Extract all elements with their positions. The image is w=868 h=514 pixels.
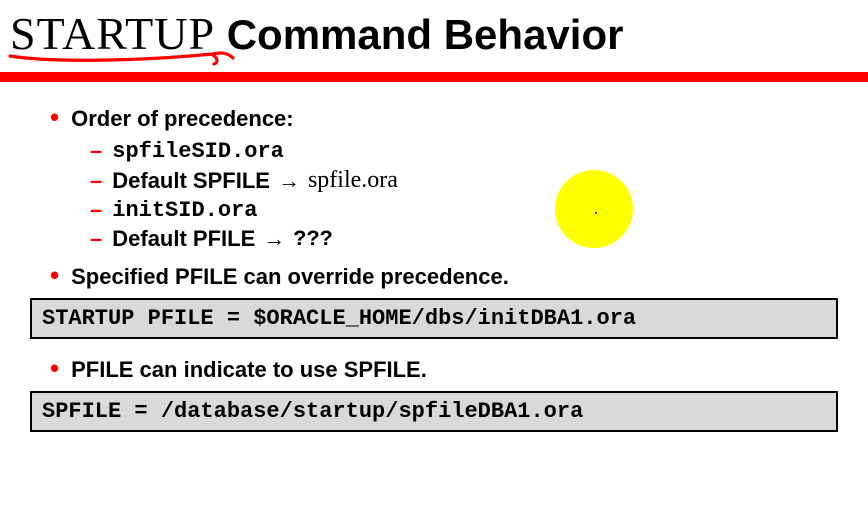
hand-underline bbox=[8, 48, 238, 68]
arrow-icon: → bbox=[263, 226, 285, 252]
override-text: Specified PFILE can override precedence. bbox=[71, 264, 509, 290]
slide-body-2: • PFILE can indicate to use SPFILE. bbox=[0, 349, 868, 383]
subbullet-2-note: spfile.ora bbox=[308, 167, 398, 194]
subbullet-3: – initSID.ora bbox=[90, 197, 838, 223]
indicate-text: PFILE can indicate to use SPFILE. bbox=[71, 357, 427, 383]
dash-icon: – bbox=[90, 226, 102, 252]
codebox2-text: SPFILE = /database/startup/spfileDBA1.or… bbox=[42, 399, 583, 424]
order-heading-text: Order of precedence: bbox=[71, 106, 294, 132]
codebox-startup-pfile: STARTUP PFILE = $ORACLE_HOME/dbs/initDBA… bbox=[30, 298, 838, 339]
subbullet-3-text: initSID.ora bbox=[112, 198, 257, 223]
dash-icon: – bbox=[90, 197, 102, 223]
slide-title: STARTUP Command Behavior bbox=[0, 0, 868, 58]
codebox-spfile: SPFILE = /database/startup/spfileDBA1.or… bbox=[30, 391, 838, 432]
subbullet-4-note: ??? bbox=[293, 227, 333, 252]
codebox1-text: STARTUP PFILE = $ORACLE_HOME/dbs/initDBA… bbox=[42, 306, 636, 331]
subbullet-4: – Default PFILE → ??? bbox=[90, 226, 838, 252]
title-rest: Command Behavior bbox=[215, 11, 623, 58]
bullet-icon: • bbox=[50, 264, 59, 286]
subbullet-4-text: Default PFILE bbox=[112, 226, 255, 252]
subbullet-2-text: Default SPFILE bbox=[112, 168, 270, 194]
subbullet-2: – Default SPFILE → spfile.ora bbox=[90, 167, 838, 194]
dash-icon: – bbox=[90, 138, 102, 164]
bullet-icon: • bbox=[50, 106, 59, 128]
slide-body: • Order of precedence: – spfileSID.ora –… bbox=[0, 82, 868, 290]
subbullet-1: – spfileSID.ora bbox=[90, 138, 838, 164]
bullet-indicate: • PFILE can indicate to use SPFILE. bbox=[50, 357, 838, 383]
bullet-icon: • bbox=[50, 357, 59, 379]
arrow-icon: → bbox=[278, 168, 300, 194]
subbullet-1-text: spfileSID.ora bbox=[112, 139, 284, 164]
dash-icon: – bbox=[90, 168, 102, 194]
red-divider bbox=[0, 72, 868, 82]
bullet-override: • Specified PFILE can override precedenc… bbox=[50, 264, 838, 290]
bullet-order-heading: • Order of precedence: bbox=[50, 106, 838, 132]
